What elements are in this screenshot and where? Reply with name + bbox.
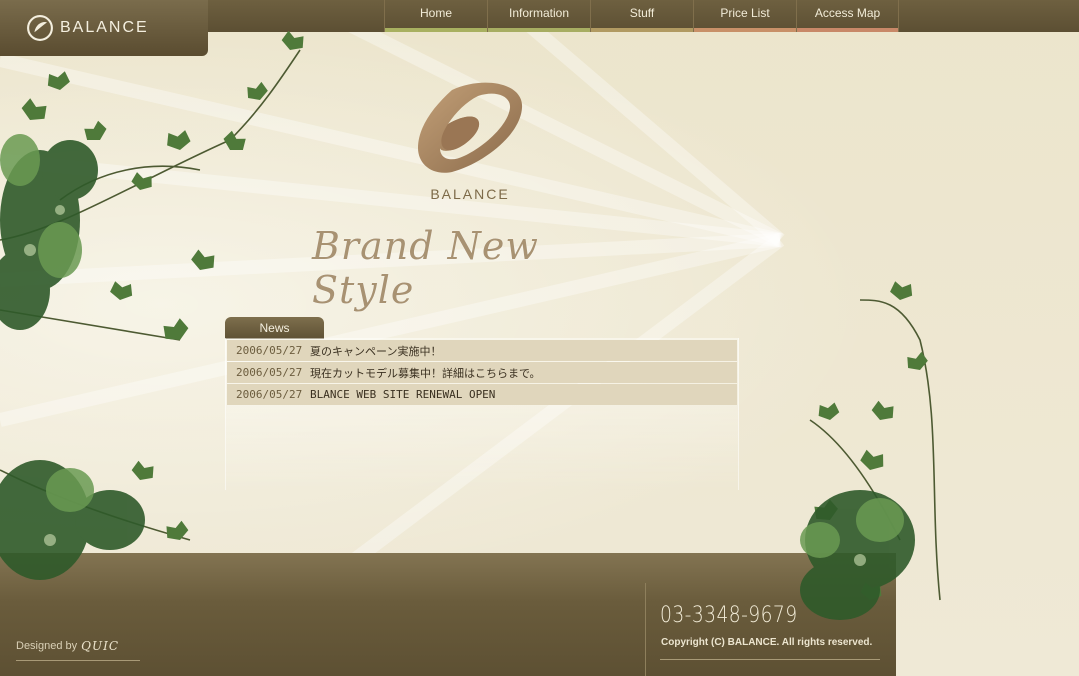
nav-stuff-bar <box>591 28 693 32</box>
news-item[interactable]: 2006/05/27 BLANCE WEB SITE RENEWAL OPEN <box>227 384 737 405</box>
news-date: 2006/05/27 <box>236 388 303 401</box>
nav-price-list-bar <box>694 28 796 32</box>
main-nav: Home Information Stuff Price List Access… <box>384 0 899 32</box>
news-date: 2006/05/27 <box>236 344 303 357</box>
news-text: 夏のキャンペーン実施中！ <box>310 344 442 358</box>
nav-access-map-bar <box>797 28 898 32</box>
center-logo-icon <box>418 82 523 173</box>
header-logo[interactable]: BALANCE <box>0 0 208 56</box>
designed-by-label: Designed by <box>16 640 78 652</box>
news-item[interactable]: 2006/05/27 夏のキャンペーン実施中！ <box>227 340 737 361</box>
footer: Designed by QUIC 03-3348-9679 Copyright … <box>0 553 896 676</box>
nav-stuff[interactable]: Stuff <box>590 0 693 32</box>
news-date: 2006/05/27 <box>236 366 303 379</box>
hero-tagline: Brand New Style <box>312 224 539 312</box>
copyright-text: Copyright (C) BALANCE. All rights reserv… <box>661 637 873 648</box>
balance-logo-icon <box>27 15 53 41</box>
news-tab: News <box>225 317 324 339</box>
news-text: BLANCE WEB SITE RENEWAL OPEN <box>310 388 496 401</box>
copyright-underline <box>660 659 880 660</box>
nav-access-map[interactable]: Access Map <box>796 0 899 32</box>
designed-underline <box>16 660 140 661</box>
news-item[interactable]: 2006/05/27 現在カットモデル募集中！詳細はこちらまで。 <box>227 362 737 383</box>
phone-number: 03-3348-9679 <box>660 603 798 628</box>
hero-brand-text: BALANCE <box>430 186 510 202</box>
nav-information[interactable]: Information <box>487 0 590 32</box>
nav-price-list[interactable]: Price List <box>693 0 796 32</box>
designed-by-credit[interactable]: Designed by QUIC <box>16 639 119 653</box>
nav-home[interactable]: Home <box>384 0 487 32</box>
news-text: 現在カットモデル募集中！詳細はこちらまで。 <box>310 366 541 380</box>
header-brand-text: BALANCE <box>60 19 149 36</box>
nav-information-bar <box>488 28 590 32</box>
nav-home-bar <box>385 28 487 32</box>
footer-divider <box>645 583 646 676</box>
news-box: 2006/05/27 夏のキャンペーン実施中！ 2006/05/27 現在カット… <box>225 338 739 490</box>
designer-logo: QUIC <box>81 639 120 653</box>
